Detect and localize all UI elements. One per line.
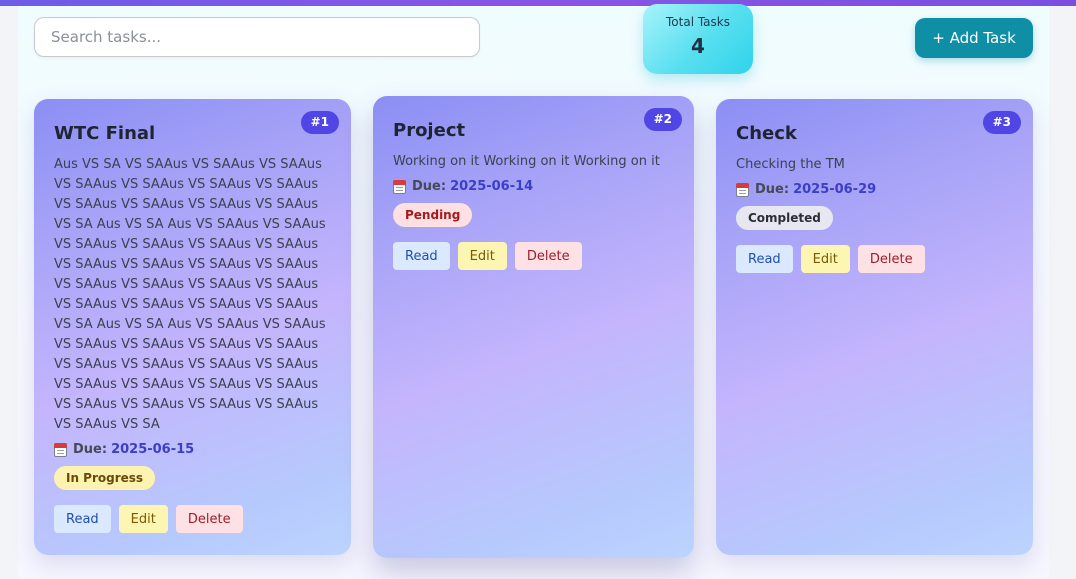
edit-button[interactable]: Edit [457,242,507,270]
task-due: Due: 2025-06-15 [54,442,331,457]
due-date: 2025-06-14 [450,179,534,194]
due-date: 2025-06-15 [111,442,195,457]
task-description: Aus VS SA VS SAAus VS SAAus VS SAAus VS … [54,157,326,432]
task-card: #3 Check Checking the TM Due: 2025-06-29… [716,99,1033,555]
calendar-icon [393,179,406,194]
task-title: WTC Final [54,123,156,144]
status-badge: Completed [736,206,833,230]
edit-button[interactable]: Edit [118,505,168,533]
task-due: Due: 2025-06-29 [736,182,1013,197]
delete-button[interactable]: Delete [175,505,243,533]
total-tasks-stat: Total Tasks 4 [643,4,753,74]
delete-button[interactable]: Delete [514,242,582,270]
delete-button[interactable]: Delete [857,245,925,273]
status-badge: In Progress [54,466,156,490]
task-number-badge: #3 [982,111,1021,134]
calendar-icon [54,442,67,457]
task-card: #1 WTC Final Aus VS SA VS SAAus VS SAAus… [34,99,351,555]
task-number-badge: #1 [300,111,339,134]
due-label: Due: [73,442,108,457]
calendar-icon [736,182,749,197]
edit-button[interactable]: Edit [800,245,850,273]
task-actions: Read Edit Delete [393,242,674,270]
task-description: Checking the TM [736,157,845,172]
task-actions: Read Edit Delete [736,245,1013,273]
total-tasks-count: 4 [691,34,705,58]
due-label: Due: [412,179,447,194]
read-button[interactable]: Read [393,242,450,270]
read-button[interactable]: Read [736,245,793,273]
add-task-button[interactable]: + Add Task [915,18,1033,58]
due-date: 2025-06-29 [793,182,877,197]
task-number-badge: #2 [643,108,682,131]
total-tasks-label: Total Tasks [666,15,730,29]
task-title: Check [736,123,797,144]
read-button[interactable]: Read [54,505,111,533]
task-actions: Read Edit Delete [54,505,331,533]
search-input[interactable] [34,17,480,57]
task-title: Project [393,120,466,141]
due-label: Due: [755,182,790,197]
task-card: #2 Project Working on it Working on it W… [373,96,694,558]
task-due: Due: 2025-06-14 [393,179,674,194]
status-badge: Pending [393,203,473,227]
task-description: Working on it Working on it Working on i… [393,154,660,169]
